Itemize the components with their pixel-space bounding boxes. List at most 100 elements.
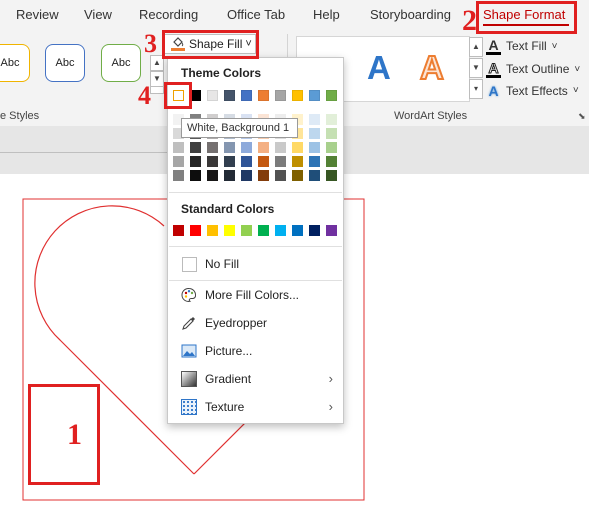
texture-label: Texture — [205, 400, 245, 414]
theme-shade-swatch[interactable] — [309, 128, 320, 139]
theme-color-swatch[interactable] — [207, 90, 218, 101]
shape-style-preset-2[interactable]: Abc — [45, 44, 85, 82]
picture-item[interactable]: Picture... — [180, 340, 335, 362]
gradient-item[interactable]: Gradient › — [180, 368, 335, 390]
text-outline-button[interactable]: A Text Outline ˅ — [486, 59, 581, 78]
theme-shade-swatch[interactable] — [258, 156, 269, 167]
theme-color-swatch[interactable] — [258, 90, 269, 101]
styles-more[interactable] — [150, 87, 164, 94]
theme-color-swatch[interactable] — [292, 90, 303, 101]
no-fill-item[interactable]: No Fill — [180, 253, 335, 275]
theme-color-swatch[interactable] — [224, 90, 235, 101]
theme-color-swatch[interactable] — [241, 90, 252, 101]
text-effects-button[interactable]: A Text Effects ˅ — [486, 82, 578, 99]
annotation-box-4 — [164, 82, 192, 109]
shape-fill-dropdown: Theme Colors Standard Colors No Fill Mor… — [167, 57, 344, 424]
standard-color-swatch[interactable] — [275, 225, 286, 236]
annotation-box-1 — [28, 384, 100, 485]
standard-color-swatch[interactable] — [190, 225, 201, 236]
theme-shade-swatch[interactable] — [275, 156, 286, 167]
gradient-label: Gradient — [205, 372, 252, 386]
annotation-number-1: 1 — [67, 418, 82, 451]
wordart-style-blue[interactable]: A — [367, 49, 391, 87]
theme-shade-swatch[interactable] — [275, 170, 286, 181]
theme-shade-swatch[interactable] — [326, 142, 337, 153]
theme-shade-swatch[interactable] — [224, 170, 235, 181]
theme-shade-swatch[interactable] — [292, 156, 303, 167]
theme-shade-swatch[interactable] — [292, 170, 303, 181]
theme-shade-swatch[interactable] — [241, 170, 252, 181]
tab-recording[interactable]: Recording — [139, 7, 198, 22]
tab-review[interactable]: Review — [16, 7, 59, 22]
standard-color-swatch[interactable] — [173, 225, 184, 236]
wordart-scroll-up[interactable]: ▲ — [469, 37, 483, 57]
theme-color-swatch[interactable] — [275, 90, 286, 101]
tab-help[interactable]: Help — [313, 7, 340, 22]
theme-shade-swatch[interactable] — [173, 142, 184, 153]
annotation-box-2 — [476, 1, 577, 34]
wordart-scroll-down[interactable]: ▼ — [469, 58, 483, 78]
tab-storyboarding[interactable]: Storyboarding — [370, 7, 451, 22]
theme-colors-heading: Theme Colors — [181, 66, 262, 80]
no-fill-icon — [180, 256, 198, 272]
theme-shade-swatch[interactable] — [173, 156, 184, 167]
theme-shade-swatch[interactable] — [241, 142, 252, 153]
theme-shade-swatch[interactable] — [173, 170, 184, 181]
text-effects-icon: A — [488, 82, 499, 99]
more-fill-colors-item[interactable]: More Fill Colors... — [180, 284, 335, 306]
theme-shade-swatch[interactable] — [190, 142, 201, 153]
theme-shade-swatch[interactable] — [292, 142, 303, 153]
shape-style-preset-3[interactable]: Abc — [101, 44, 141, 82]
theme-shade-swatch[interactable] — [326, 114, 337, 125]
theme-shade-swatch[interactable] — [309, 114, 320, 125]
standard-color-swatch[interactable] — [207, 225, 218, 236]
theme-shade-swatch[interactable] — [207, 170, 218, 181]
standard-color-swatch[interactable] — [241, 225, 252, 236]
chevron-down-icon: ˅ — [574, 63, 581, 75]
menu-divider — [169, 192, 342, 193]
theme-color-swatch[interactable] — [326, 90, 337, 101]
theme-color-swatch[interactable] — [309, 90, 320, 101]
text-fill-icon: A — [486, 37, 501, 55]
standard-colors-heading: Standard Colors — [181, 202, 275, 216]
wordart-more[interactable]: ▾ — [469, 79, 483, 99]
text-fill-button[interactable]: A Text Fill ˅ — [486, 37, 558, 55]
standard-color-swatch[interactable] — [258, 225, 269, 236]
standard-color-swatch[interactable] — [292, 225, 303, 236]
standard-color-swatch[interactable] — [224, 225, 235, 236]
annotation-number-4: 4 — [138, 81, 151, 110]
texture-item[interactable]: Texture › — [180, 396, 335, 418]
more-fill-colors-label: More Fill Colors... — [205, 288, 300, 302]
theme-shade-swatch[interactable] — [224, 156, 235, 167]
tab-office-tab[interactable]: Office Tab — [227, 7, 285, 22]
theme-shade-swatch[interactable] — [258, 170, 269, 181]
shape-styles-group-label: e Styles — [0, 110, 40, 122]
dialog-launcher-icon[interactable]: ⬊ — [578, 111, 586, 122]
theme-shade-swatch[interactable] — [309, 142, 320, 153]
text-fill-label: Text Fill — [506, 39, 547, 53]
eyedropper-item[interactable]: Eyedropper — [180, 312, 335, 334]
wordart-style-orange-outline[interactable]: A — [419, 48, 445, 87]
text-effects-label: Text Effects — [506, 83, 568, 98]
theme-shade-swatch[interactable] — [190, 170, 201, 181]
theme-shade-swatch[interactable] — [326, 170, 337, 181]
theme-shade-swatch[interactable] — [258, 142, 269, 153]
chevron-right-icon: › — [328, 399, 333, 414]
theme-shade-swatch[interactable] — [326, 156, 337, 167]
theme-shade-swatch[interactable] — [224, 142, 235, 153]
standard-color-swatch[interactable] — [326, 225, 337, 236]
styles-scroll-down[interactable]: ▼ — [150, 71, 164, 87]
shape-style-preset-1[interactable]: Abc — [0, 44, 30, 82]
theme-shade-swatch[interactable] — [241, 156, 252, 167]
theme-shade-swatch[interactable] — [309, 170, 320, 181]
annotation-box-3 — [162, 30, 259, 59]
no-fill-label: No Fill — [205, 257, 240, 271]
theme-shade-swatch[interactable] — [207, 142, 218, 153]
standard-color-swatch[interactable] — [309, 225, 320, 236]
theme-shade-swatch[interactable] — [207, 156, 218, 167]
theme-shade-swatch[interactable] — [309, 156, 320, 167]
theme-shade-swatch[interactable] — [275, 142, 286, 153]
theme-shade-swatch[interactable] — [190, 156, 201, 167]
theme-shade-swatch[interactable] — [326, 128, 337, 139]
tab-view[interactable]: View — [84, 7, 112, 22]
